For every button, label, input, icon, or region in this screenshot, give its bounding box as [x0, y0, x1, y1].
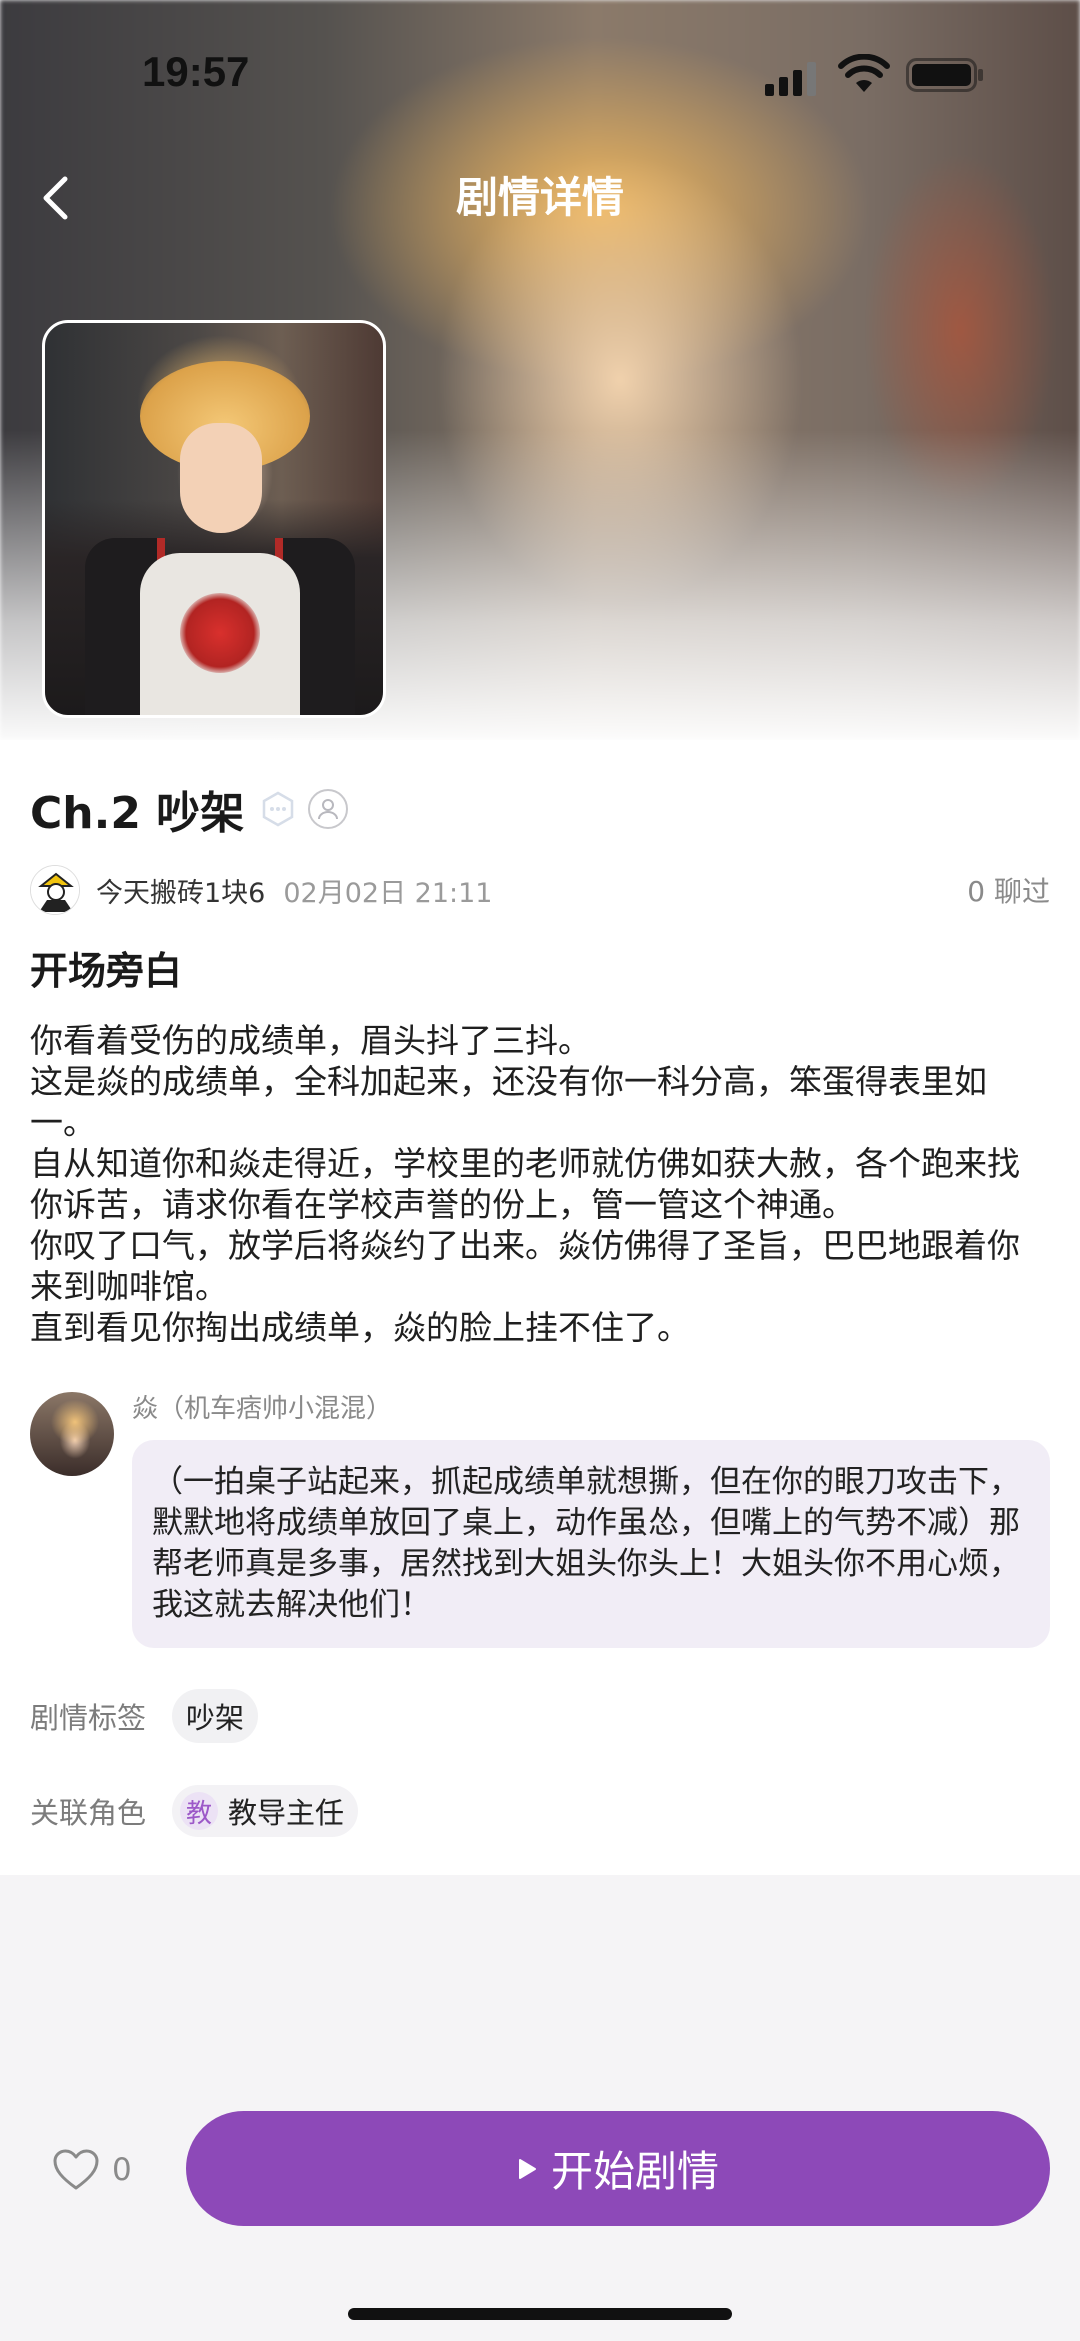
dialog-bubble: （一拍桌子站起来，抓起成绩单就想撕，但在你的眼刀攻击下，默默地将成绩单放回了桌上…: [132, 1440, 1050, 1648]
chevron-left-icon: [43, 176, 68, 220]
chat-count: 0 聊过: [967, 875, 1050, 908]
story-content: Ch.2 吵架 今天搬砖1块6 02月02日 21:11 0 聊过 开场旁白 你…: [0, 740, 1080, 1875]
start-story-label: 开始剧情: [550, 2147, 719, 2196]
story-tags-label: 剧情标签: [30, 1701, 147, 1735]
story-tag-chip[interactable]: 吵架: [172, 1689, 259, 1743]
home-indicator: [348, 2308, 732, 2320]
status-time: 19:57: [142, 48, 250, 95]
role-name: 教导主任: [228, 1796, 345, 1830]
role-chip[interactable]: 教 教导主任: [172, 1785, 359, 1837]
author-row: 今天搬砖1块6 02月02日 21:11 0 聊过: [30, 862, 1050, 918]
chapter-title: Ch.2 吵架: [30, 788, 245, 839]
author-avatar[interactable]: [30, 865, 80, 915]
narration-line: 自从知道你和焱走得近，学校里的老师就仿佛如获大赦，各个跑来找你诉苦，请求你看在学…: [30, 1144, 1020, 1224]
signal-icon: [765, 62, 816, 96]
story-cover-image: [42, 320, 386, 718]
wifi-icon: [838, 54, 890, 92]
related-roles-label: 关联角色: [30, 1796, 147, 1830]
narration-line: 你看着受伤的成绩单，眉头抖了三抖。: [30, 1021, 591, 1060]
character-avatar[interactable]: [30, 1392, 114, 1476]
like-count: 0: [112, 2152, 132, 2188]
back-button[interactable]: [30, 166, 80, 230]
story-tags-row: 剧情标签 吵架: [30, 1688, 259, 1744]
narration-title: 开场旁白: [30, 949, 183, 993]
author-avatar-icon: [31, 866, 79, 914]
hexagon-badge-icon: [263, 791, 294, 827]
role-initial-icon: 教: [180, 1792, 218, 1830]
related-roles-row: 关联角色 教 教导主任: [30, 1783, 359, 1839]
start-story-button[interactable]: 开始剧情: [186, 2111, 1050, 2226]
narration-line: 直到看见你掏出成绩单，焱的脸上挂不住了。: [30, 1308, 690, 1347]
narration-line: 这是焱的成绩单，全科加起来，还没有你一科分高，笨蛋得表里如一。: [30, 1062, 987, 1142]
narration-text: 你看着受伤的成绩单，眉头抖了三抖。 这是焱的成绩单，全科加起来，还没有你一科分高…: [30, 1020, 1050, 1348]
page-title: 剧情详情: [455, 173, 624, 222]
battery-icon: [906, 58, 983, 92]
dialog-speaker: 焱（机车痞帅小混混）: [132, 1394, 393, 1424]
narration-line: 你叹了口气，放学后将焱约了出来。焱仿佛得了圣旨，巴巴地跟着你来到咖啡馆。: [30, 1226, 1020, 1306]
publish-date: 02月02日 21:11: [283, 877, 493, 909]
author-name[interactable]: 今天搬砖1块6: [96, 871, 265, 910]
play-icon: [518, 2158, 536, 2179]
status-bar: 19:57: [0, 40, 1080, 110]
story-detail-page: 19:57 剧情详情 Ch.2 吵架 今天搬砖1块6 02月02日 21:11 …: [0, 0, 1080, 2341]
user-badge-icon: [308, 789, 349, 829]
like-button[interactable]: 0: [52, 2142, 132, 2198]
chapter-header: Ch.2 吵架: [30, 774, 349, 844]
heart-icon: [53, 2149, 99, 2190]
